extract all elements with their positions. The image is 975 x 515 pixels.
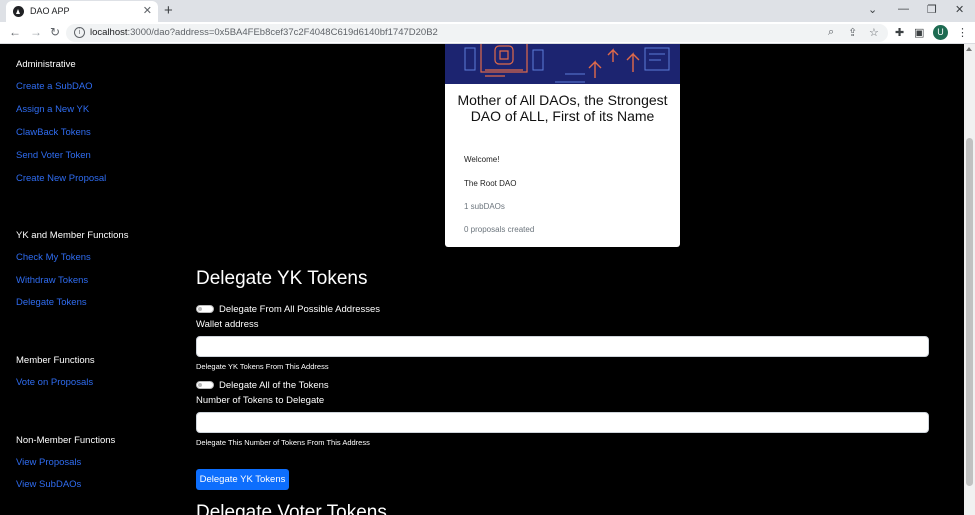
- close-window-icon[interactable]: ✕: [955, 3, 964, 16]
- sidebar-heading-member: Member Functions: [16, 355, 95, 366]
- sidebar-link-withdraw-tokens[interactable]: Withdraw Tokens: [16, 275, 88, 286]
- sidebar-link-view-proposals[interactable]: View Proposals: [16, 457, 81, 468]
- page-scrollbar[interactable]: [964, 44, 975, 515]
- toggle-knob: [198, 307, 202, 311]
- minimize-icon[interactable]: —: [898, 3, 909, 15]
- sidebar-link-send-voter-token[interactable]: Send Voter Token: [16, 150, 91, 161]
- wallet-address-input[interactable]: [196, 336, 929, 357]
- tab-title: DAO APP: [30, 6, 70, 16]
- forward-icon[interactable]: →: [30, 25, 42, 39]
- extensions-icon[interactable]: ✚: [895, 26, 904, 39]
- wallet-address-help: Delegate YK Tokens From This Address: [196, 362, 329, 371]
- delegate-all-addresses-label: Delegate From All Possible Addresses: [219, 304, 381, 315]
- bookmark-star-icon[interactable]: ☆: [869, 26, 879, 39]
- sidebar-link-delegate-tokens[interactable]: Delegate Tokens: [16, 297, 87, 308]
- delegate-yk-title: Delegate YK Tokens: [196, 268, 368, 289]
- scroll-up-icon[interactable]: [966, 47, 972, 51]
- reload-icon[interactable]: ↻: [50, 25, 60, 39]
- sidebar-link-view-subdaos[interactable]: View SubDAOs: [16, 479, 81, 490]
- dao-banner-image: [445, 44, 680, 84]
- dao-info-card: Mother of All DAOs, the Strongest DAO of…: [445, 44, 680, 247]
- sidebar-heading-administrative: Administrative: [16, 59, 76, 70]
- delegate-all-addresses-toggle[interactable]: [196, 305, 214, 313]
- delegate-voter-title: Delegate Voter Tokens: [196, 502, 387, 515]
- tab-close-icon[interactable]: ✕: [143, 4, 152, 17]
- restore-icon[interactable]: ❐: [927, 3, 937, 16]
- browser-toolbar: ← → ↻ i localhost:3000/dao?address=0x5BA…: [0, 22, 975, 44]
- sidebar-link-create-proposal[interactable]: Create New Proposal: [16, 173, 106, 184]
- browser-tab-strip: DAO APP ✕ + ⌄ — ❐ ✕: [0, 0, 975, 22]
- page-content: Administrative Create a SubDAO Assign a …: [0, 44, 964, 515]
- zoom-icon[interactable]: ⌕: [828, 26, 834, 39]
- new-tab-button[interactable]: +: [164, 2, 173, 19]
- delegate-yk-tokens-button[interactable]: Delegate YK Tokens: [196, 469, 289, 490]
- dao-title: Mother of All DAOs, the Strongest DAO of…: [457, 92, 668, 124]
- back-icon[interactable]: ←: [9, 25, 21, 39]
- token-amount-label: Number of Tokens to Delegate: [196, 395, 325, 406]
- url-text[interactable]: localhost:3000/dao?address=0x5BA4FEb8cef…: [90, 27, 438, 38]
- sidebar-link-assign-yk[interactable]: Assign a New YK: [16, 104, 89, 115]
- app-favicon-icon: [13, 6, 24, 17]
- sidebar-link-clawback-tokens[interactable]: ClawBack Tokens: [16, 127, 91, 138]
- sidebar-link-create-subdao[interactable]: Create a SubDAO: [16, 81, 93, 92]
- token-amount-help: Delegate This Number of Tokens From This…: [196, 438, 370, 447]
- address-bar[interactable]: i localhost:3000/dao?address=0x5BA4FEb8c…: [66, 24, 888, 42]
- side-panel-icon[interactable]: ▣: [914, 26, 924, 39]
- scrollbar-thumb[interactable]: [966, 138, 973, 486]
- card-proposal-count: 0 proposals created: [464, 225, 535, 234]
- delegate-all-tokens-label: Delegate All of the Tokens: [219, 380, 329, 391]
- profile-avatar[interactable]: U: [933, 25, 948, 40]
- wallet-address-label: Wallet address: [196, 319, 259, 330]
- browser-tab[interactable]: DAO APP ✕: [6, 1, 158, 22]
- card-dao-subtitle: The Root DAO: [464, 179, 517, 188]
- sidebar-heading-yk-member: YK and Member Functions: [16, 230, 129, 241]
- site-info-icon[interactable]: i: [74, 27, 85, 38]
- toggle-knob: [198, 383, 202, 387]
- sidebar-link-check-tokens[interactable]: Check My Tokens: [16, 252, 91, 263]
- share-icon[interactable]: ⇪: [848, 26, 857, 39]
- card-welcome-text: Welcome!: [464, 155, 500, 164]
- sidebar-link-vote-proposals[interactable]: Vote on Proposals: [16, 377, 93, 388]
- token-amount-input[interactable]: [196, 412, 929, 433]
- menu-icon[interactable]: ⋮: [957, 26, 968, 39]
- sidebar-heading-non-member: Non-Member Functions: [16, 435, 116, 446]
- tab-search-icon[interactable]: ⌄: [868, 3, 877, 16]
- delegate-all-tokens-toggle[interactable]: [196, 381, 214, 389]
- card-subdao-count: 1 subDAOs: [464, 202, 505, 211]
